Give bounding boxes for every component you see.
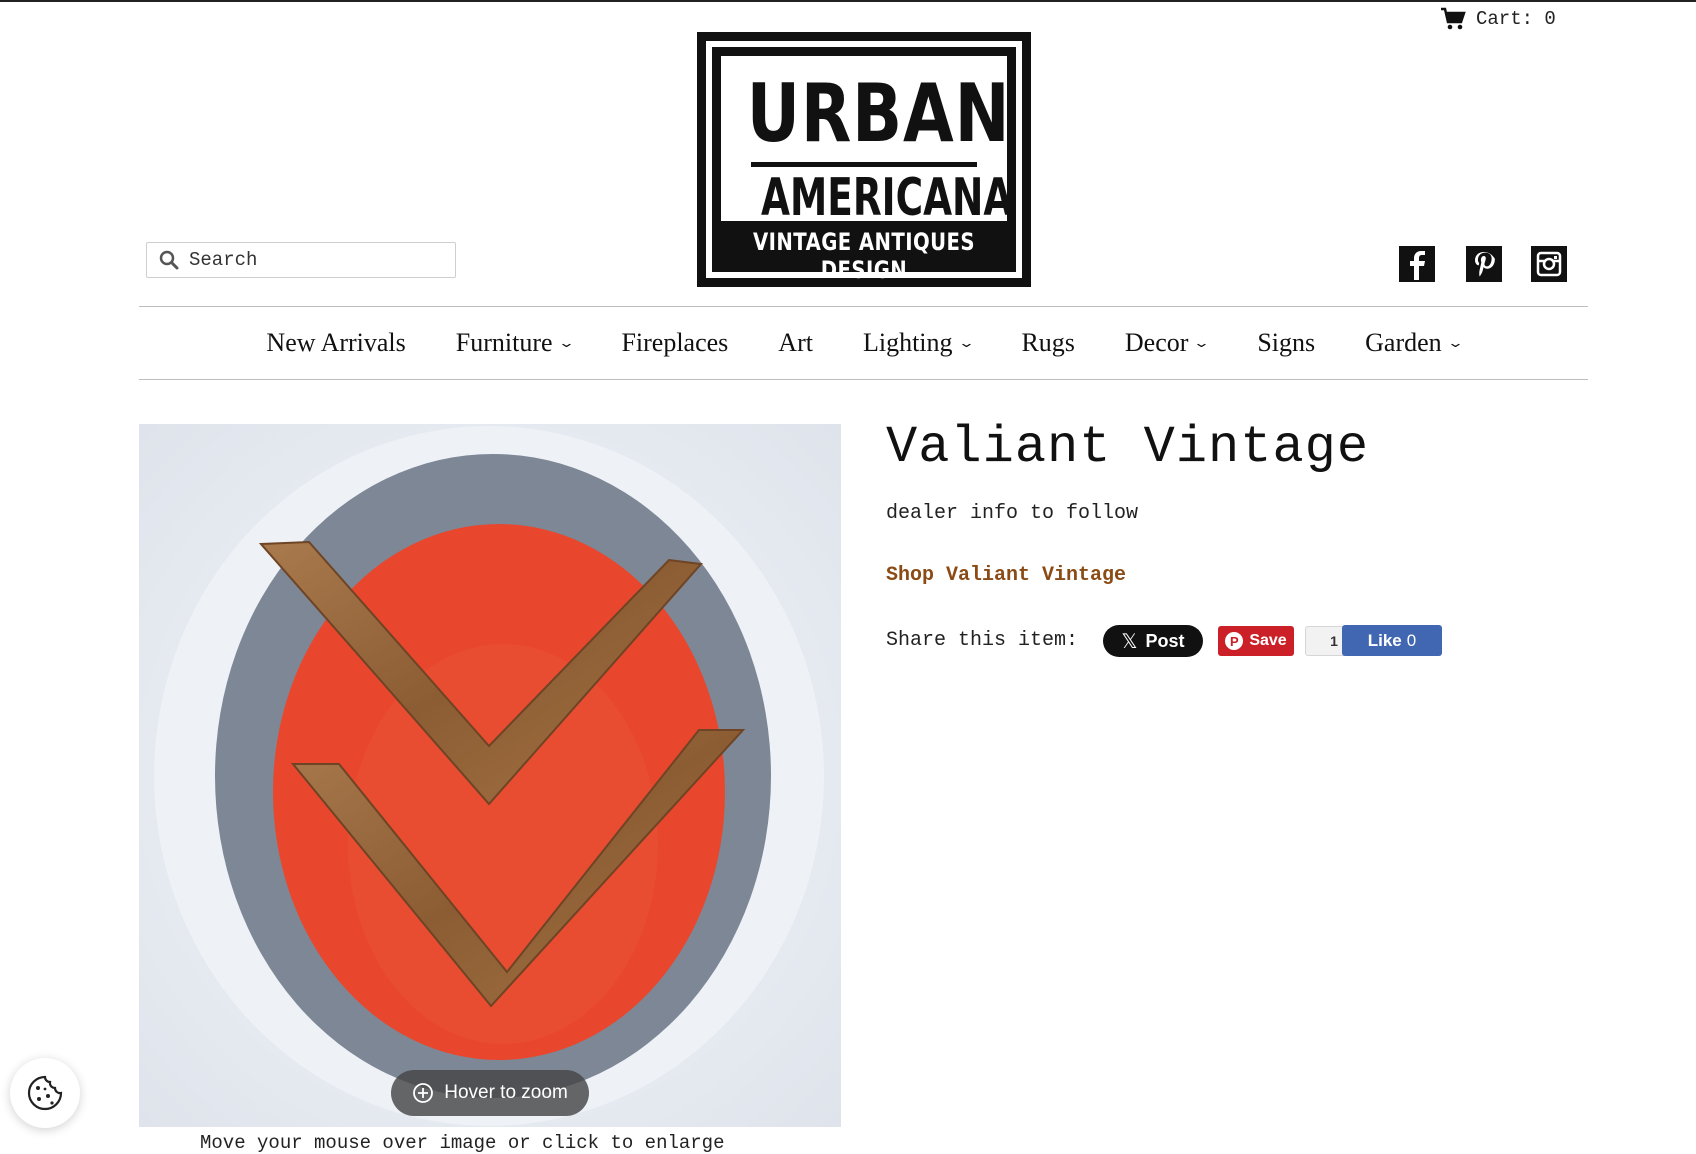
instagram-link[interactable]	[1531, 246, 1567, 282]
nav-bottom-rule	[139, 379, 1588, 380]
chevron-down-icon: ⌄	[957, 335, 975, 350]
nav-item-art[interactable]: Art	[778, 328, 813, 358]
facebook-link[interactable]	[1399, 246, 1435, 282]
top-border	[0, 0, 1696, 2]
cart-icon	[1441, 7, 1466, 30]
main-nav: New Arrivals Furniture ⌄ Fireplaces Art L…	[139, 308, 1588, 378]
product-image[interactable]: Hover to zoom	[139, 424, 841, 1127]
product-title: Valiant Vintage	[886, 418, 1370, 477]
pinterest-link[interactable]	[1466, 246, 1502, 282]
zoom-hint-text: Move your mouse over image or click to e…	[200, 1132, 725, 1154]
instagram-icon	[1531, 246, 1567, 282]
cookie-preferences-button[interactable]	[10, 1058, 80, 1128]
share-label: Share this item:	[886, 629, 1079, 652]
logo-tagline: VINTAGE ANTIQUES DESIGN	[753, 228, 975, 284]
cookie-icon	[27, 1075, 63, 1111]
chevron-down-icon: ⌄	[557, 335, 575, 350]
nav-item-fireplaces[interactable]: Fireplaces	[621, 328, 728, 358]
dealer-info: dealer info to follow	[886, 502, 1139, 525]
facebook-like-button[interactable]: Like 0	[1342, 625, 1442, 656]
logo-divider	[751, 162, 977, 167]
pinterest-icon: P	[1225, 632, 1244, 650]
search-icon	[159, 250, 179, 270]
zoom-plus-icon	[413, 1083, 434, 1103]
logo-word-urban: URBAN	[746, 67, 1011, 160]
nav-top-rule	[139, 306, 1588, 307]
nav-item-new-arrivals[interactable]: New Arrivals	[266, 328, 405, 358]
shop-dealer-link[interactable]: Shop Valiant Vintage	[886, 564, 1126, 587]
cart-label: Cart: 0	[1476, 8, 1556, 30]
nav-item-rugs[interactable]: Rugs	[1021, 328, 1074, 358]
nav-item-furniture[interactable]: Furniture ⌄	[456, 328, 575, 358]
nav-item-garden[interactable]: Garden ⌄	[1365, 328, 1464, 358]
x-icon: 𝕏	[1121, 630, 1138, 653]
nav-item-signs[interactable]: Signs	[1257, 328, 1315, 358]
product-photo	[139, 424, 841, 1127]
pinterest-save-button[interactable]: P Save	[1218, 626, 1294, 656]
site-logo[interactable]: URBAN AMERICANA VINTAGE ANTIQUES DESIGN	[697, 32, 1031, 287]
chevron-down-icon: ⌄	[1193, 335, 1211, 350]
zoom-label: Hover to zoom	[444, 1082, 568, 1103]
chevron-down-icon: ⌄	[1446, 335, 1464, 350]
nav-item-decor[interactable]: Decor ⌄	[1125, 328, 1211, 358]
x-post-button[interactable]: 𝕏 Post	[1103, 625, 1203, 657]
logo-word-americana: AMERICANA	[761, 168, 1013, 228]
nav-item-lighting[interactable]: Lighting ⌄	[863, 328, 975, 358]
search-input[interactable]	[187, 248, 441, 272]
facebook-icon	[1399, 246, 1435, 282]
search-box	[146, 242, 456, 278]
cart-link[interactable]: Cart: 0	[1440, 6, 1556, 32]
pinterest-icon	[1466, 246, 1502, 282]
hover-to-zoom-badge[interactable]: Hover to zoom	[391, 1070, 589, 1116]
